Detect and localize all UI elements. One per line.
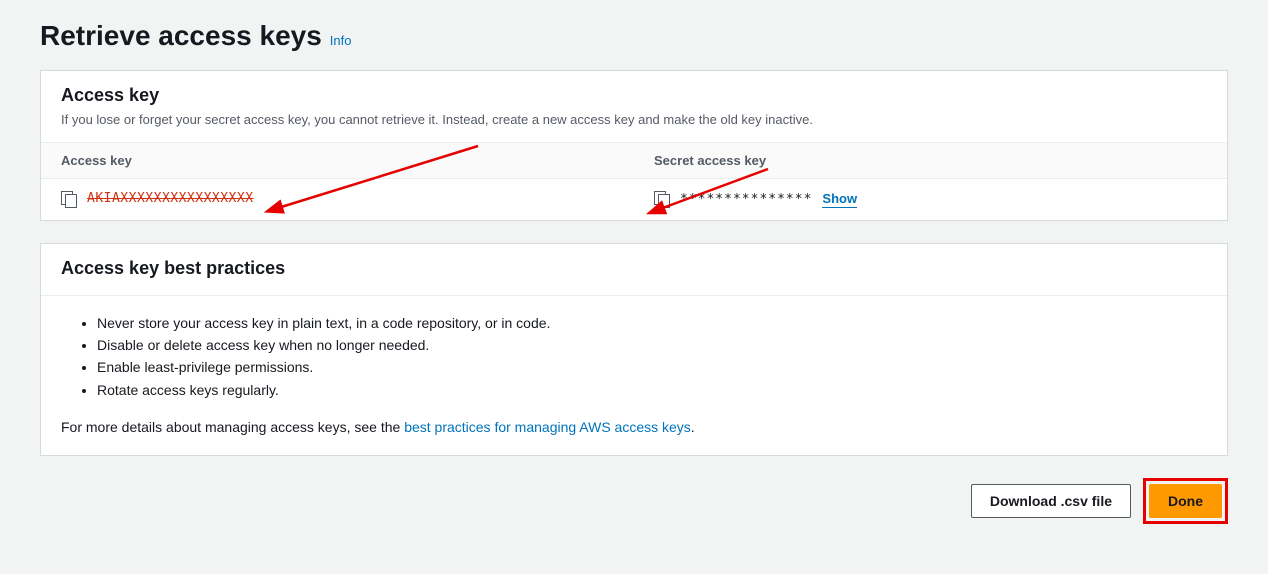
best-practices-doc-link[interactable]: best practices for managing AWS access k… bbox=[404, 419, 691, 435]
access-key-panel-title: Access key bbox=[61, 85, 1207, 106]
copy-icon[interactable] bbox=[654, 191, 670, 207]
access-key-panel-header: Access key If you lose or forget your se… bbox=[41, 71, 1227, 142]
access-key-panel-description: If you lose or forget your secret access… bbox=[61, 110, 1207, 130]
access-key-value: AKIAXXXXXXXXXXXXXXXX bbox=[87, 191, 254, 206]
info-link[interactable]: Info bbox=[330, 33, 352, 48]
footer-buttons: Download .csv file Done bbox=[40, 478, 1228, 524]
best-practices-list: Never store your access key in plain tex… bbox=[61, 312, 1207, 402]
details-prefix: For more details about managing access k… bbox=[61, 419, 404, 435]
details-suffix: . bbox=[691, 419, 695, 435]
list-item: Never store your access key in plain tex… bbox=[97, 312, 1207, 334]
secret-key-value-row: *************** Show bbox=[634, 179, 1227, 220]
best-practices-body: Never store your access key in plain tex… bbox=[41, 295, 1227, 456]
secret-key-column: Secret access key *************** Show bbox=[634, 143, 1227, 220]
show-secret-link[interactable]: Show bbox=[822, 191, 857, 208]
list-item: Rotate access keys regularly. bbox=[97, 379, 1207, 401]
copy-icon[interactable] bbox=[61, 191, 77, 207]
key-columns: Access key AKIAXXXXXXXXXXXXXXXX Secret a… bbox=[41, 142, 1227, 220]
secret-key-masked: *************** bbox=[680, 192, 812, 207]
done-highlight-box: Done bbox=[1143, 478, 1228, 524]
best-practices-panel: Access key best practices Never store yo… bbox=[40, 243, 1228, 457]
list-item: Enable least-privilege permissions. bbox=[97, 356, 1207, 378]
download-csv-button[interactable]: Download .csv file bbox=[971, 484, 1131, 518]
done-button[interactable]: Done bbox=[1149, 484, 1222, 518]
page-title-row: Retrieve access keys Info bbox=[40, 20, 1228, 52]
page-title: Retrieve access keys bbox=[40, 20, 322, 52]
details-row: For more details about managing access k… bbox=[61, 419, 1207, 435]
access-key-panel: Access key If you lose or forget your se… bbox=[40, 70, 1228, 221]
best-practices-header: Access key best practices bbox=[41, 244, 1227, 295]
best-practices-title: Access key best practices bbox=[61, 258, 1207, 279]
access-key-value-row: AKIAXXXXXXXXXXXXXXXX bbox=[41, 179, 634, 219]
secret-key-column-header: Secret access key bbox=[634, 143, 1227, 179]
list-item: Disable or delete access key when no lon… bbox=[97, 334, 1207, 356]
access-key-column-header: Access key bbox=[41, 143, 634, 179]
access-key-column: Access key AKIAXXXXXXXXXXXXXXXX bbox=[41, 143, 634, 220]
